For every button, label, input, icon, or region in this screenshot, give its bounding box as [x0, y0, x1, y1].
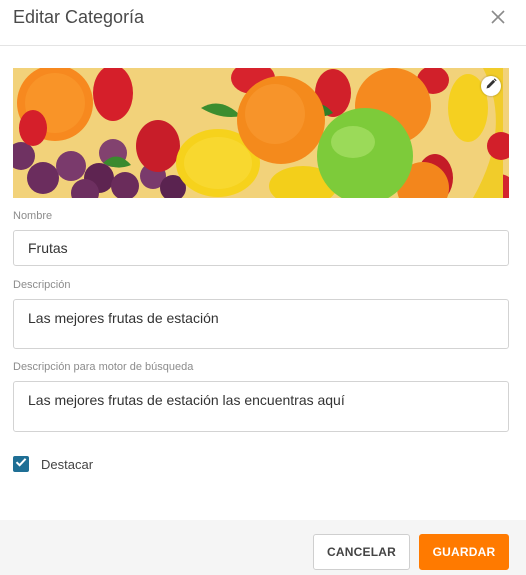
save-button[interactable]: GUARDAR: [419, 534, 509, 570]
description-label: Descripción: [13, 279, 71, 291]
category-image: [13, 68, 509, 198]
edit-image-button[interactable]: [481, 76, 501, 96]
checkmark-icon: [15, 455, 27, 473]
dialog-title: Editar Categoría: [13, 7, 145, 27]
seo-description-textarea[interactable]: Las mejores frutas de estación las encue…: [13, 381, 509, 432]
featured-checkbox[interactable]: [13, 456, 29, 472]
description-textarea[interactable]: Las mejores frutas de estación: [13, 299, 509, 349]
seo-description-label: Descripción para motor de búsqueda: [13, 361, 194, 373]
name-input[interactable]: [13, 230, 509, 266]
close-icon[interactable]: [490, 9, 506, 25]
cancel-button[interactable]: CANCELAR: [313, 534, 410, 570]
featured-label: Destacar: [41, 457, 94, 472]
dialog-header: Editar Categoría: [0, 0, 526, 46]
edit-category-dialog: Editar Categoría Nombre Frutas Descripci…: [0, 0, 526, 575]
pencil-icon: [485, 77, 497, 95]
name-label: Nombre: [13, 210, 53, 222]
